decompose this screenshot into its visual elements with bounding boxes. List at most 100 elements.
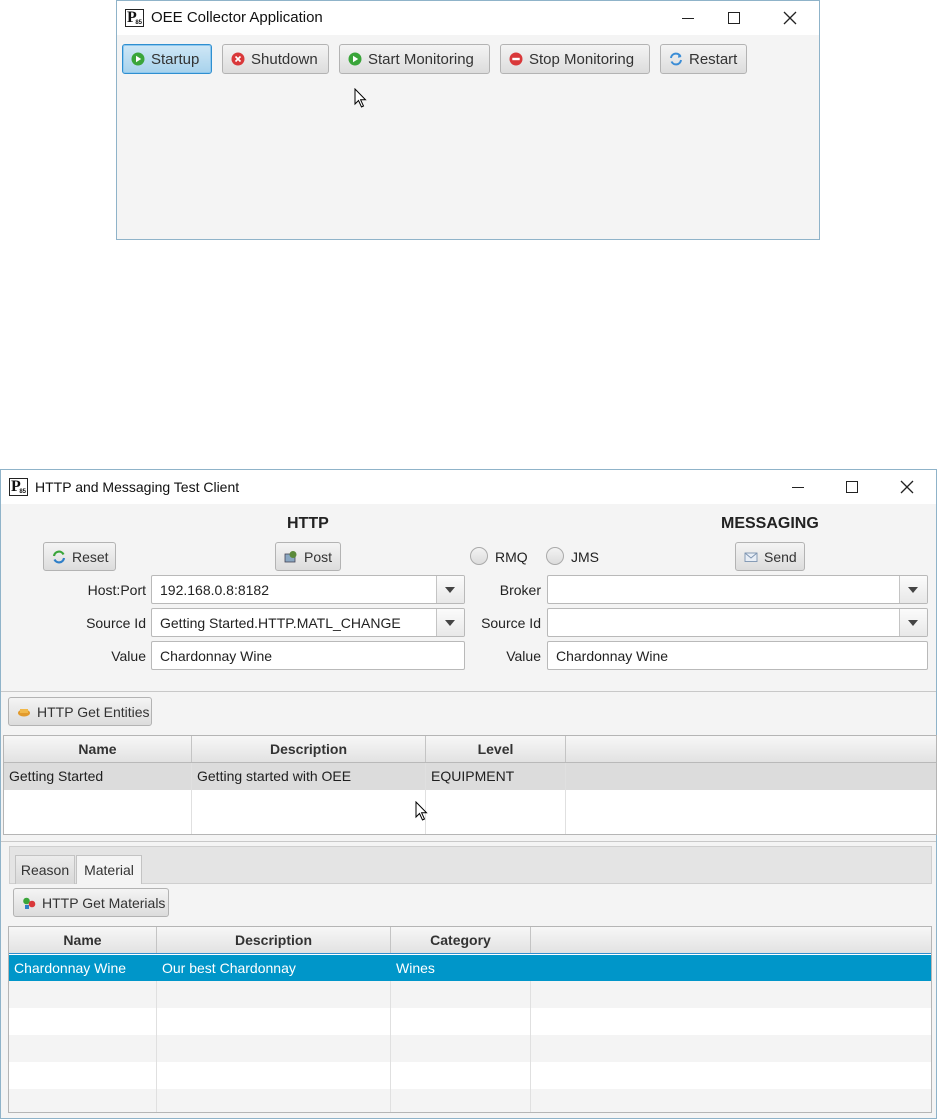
reset-button[interactable]: Reset bbox=[43, 542, 116, 571]
stop-icon bbox=[509, 52, 523, 66]
maximize-button[interactable] bbox=[711, 1, 757, 35]
broker-label: Broker bbox=[499, 582, 541, 598]
close-button[interactable] bbox=[767, 1, 813, 35]
table-cell bbox=[391, 981, 531, 1008]
restart-button[interactable]: Restart bbox=[660, 44, 747, 74]
table-row[interactable] bbox=[9, 1035, 931, 1062]
table-row[interactable] bbox=[4, 790, 936, 834]
chevron-down-icon[interactable] bbox=[436, 609, 464, 636]
table-cell: EQUIPMENT bbox=[426, 763, 566, 790]
chevron-down-icon[interactable] bbox=[899, 576, 927, 603]
materials-table: Name Description Category Chardonnay Win… bbox=[8, 926, 932, 1113]
table-cell: Our best Chardonnay bbox=[157, 955, 391, 981]
send-label: Send bbox=[764, 548, 797, 565]
post-button[interactable]: Post bbox=[275, 542, 341, 571]
table-cell bbox=[9, 1062, 157, 1089]
window-title: OEE Collector Application bbox=[151, 9, 323, 26]
msg-value-label: Value bbox=[506, 648, 541, 664]
msg-source-id-label: Source Id bbox=[481, 615, 541, 631]
http-get-entities-button[interactable]: HTTP Get Entities bbox=[8, 697, 152, 726]
table-cell bbox=[391, 1089, 531, 1112]
source-id-value: Getting Started.HTTP.MATL_CHANGE bbox=[160, 615, 401, 631]
table-cell bbox=[9, 981, 157, 1008]
rmq-label: RMQ bbox=[495, 549, 528, 565]
restart-label: Restart bbox=[689, 50, 738, 68]
table-cell bbox=[9, 1035, 157, 1062]
startup-button[interactable]: Startup bbox=[122, 44, 212, 74]
collector-titlebar[interactable]: P 85 OEE Collector Application bbox=[117, 1, 819, 35]
rmq-radio[interactable] bbox=[470, 547, 488, 565]
table-cell bbox=[391, 1008, 531, 1035]
host-port-value: 192.168.0.8:8182 bbox=[160, 582, 269, 598]
client-titlebar[interactable]: P 85 HTTP and Messaging Test Client bbox=[1, 470, 936, 504]
shutdown-button[interactable]: Shutdown bbox=[222, 44, 329, 74]
table-row-selected[interactable]: Chardonnay Wine Our best Chardonnay Wine… bbox=[9, 955, 931, 981]
reset-icon bbox=[52, 550, 66, 563]
column-header[interactable]: Name bbox=[4, 736, 192, 762]
broker-combo[interactable] bbox=[547, 575, 928, 604]
source-id-label: Source Id bbox=[86, 615, 146, 631]
table-cell bbox=[157, 1062, 391, 1089]
table-cell bbox=[157, 981, 391, 1008]
host-port-label: Host:Port bbox=[87, 582, 146, 598]
app-logo-icon: P 85 bbox=[125, 9, 144, 27]
http-get-entities-label: HTTP Get Entities bbox=[37, 703, 150, 720]
table-cell bbox=[192, 790, 426, 834]
error-icon bbox=[231, 52, 245, 66]
collector-window: P 85 OEE Collector Application Startup Sh… bbox=[116, 0, 820, 240]
table-cell bbox=[9, 1089, 157, 1112]
tab-material[interactable]: Material bbox=[76, 855, 142, 884]
mouse-cursor-icon bbox=[415, 801, 428, 821]
minimize-button[interactable] bbox=[665, 1, 711, 35]
column-header[interactable]: Description bbox=[157, 927, 391, 953]
window-title: HTTP and Messaging Test Client bbox=[35, 479, 240, 495]
table-row[interactable] bbox=[9, 981, 931, 1008]
table-cell: Chardonnay Wine bbox=[9, 955, 157, 981]
column-header[interactable]: Description bbox=[192, 736, 426, 762]
divider bbox=[1, 691, 936, 692]
send-button[interactable]: Send bbox=[735, 542, 805, 571]
column-header[interactable]: Level bbox=[426, 736, 566, 762]
table-header: Name Description Category bbox=[9, 927, 931, 954]
jms-radio[interactable] bbox=[546, 547, 564, 565]
column-header[interactable]: Name bbox=[9, 927, 157, 953]
table-header: Name Description Level bbox=[4, 736, 936, 763]
mouse-cursor-icon bbox=[354, 88, 367, 108]
chevron-down-icon[interactable] bbox=[436, 576, 464, 603]
table-row[interactable]: Getting Started Getting started with OEE… bbox=[4, 763, 936, 790]
close-button[interactable] bbox=[884, 470, 930, 504]
table-row[interactable] bbox=[9, 1062, 931, 1089]
entities-table: Name Description Level Getting Started G… bbox=[3, 735, 937, 835]
start-monitoring-label: Start Monitoring bbox=[368, 50, 474, 68]
jms-label: JMS bbox=[571, 549, 599, 565]
chevron-down-icon[interactable] bbox=[899, 609, 927, 636]
http-get-materials-label: HTTP Get Materials bbox=[42, 894, 166, 911]
table-row[interactable] bbox=[9, 1008, 931, 1035]
close-icon bbox=[783, 11, 797, 25]
host-port-combo[interactable]: 192.168.0.8:8182 bbox=[151, 575, 465, 604]
source-id-combo[interactable]: Getting Started.HTTP.MATL_CHANGE bbox=[151, 608, 465, 637]
stop-monitoring-label: Stop Monitoring bbox=[529, 50, 635, 68]
value-input[interactable]: Chardonnay Wine bbox=[151, 641, 465, 670]
refresh-icon bbox=[670, 52, 682, 66]
reset-label: Reset bbox=[72, 548, 109, 565]
msg-value-input[interactable]: Chardonnay Wine bbox=[547, 641, 928, 670]
table-cell bbox=[157, 1089, 391, 1112]
tab-bar: Reason Material bbox=[9, 846, 932, 884]
http-get-materials-button[interactable]: HTTP Get Materials bbox=[13, 888, 169, 917]
table-cell: Getting started with OEE bbox=[192, 763, 426, 790]
msg-source-id-combo[interactable] bbox=[547, 608, 928, 637]
table-row[interactable] bbox=[9, 1089, 931, 1112]
minimize-button[interactable] bbox=[775, 470, 821, 504]
table-cell bbox=[391, 1035, 531, 1062]
table-cell bbox=[426, 790, 566, 834]
startup-label: Startup bbox=[151, 50, 200, 68]
maximize-button[interactable] bbox=[829, 470, 875, 504]
stop-monitoring-button[interactable]: Stop Monitoring bbox=[500, 44, 650, 74]
envelope-icon bbox=[744, 552, 758, 562]
tab-reason[interactable]: Reason bbox=[15, 855, 75, 884]
close-icon bbox=[900, 480, 914, 494]
messaging-heading: MESSAGING bbox=[721, 515, 819, 532]
column-header[interactable]: Category bbox=[391, 927, 531, 953]
start-monitoring-button[interactable]: Start Monitoring bbox=[339, 44, 490, 74]
